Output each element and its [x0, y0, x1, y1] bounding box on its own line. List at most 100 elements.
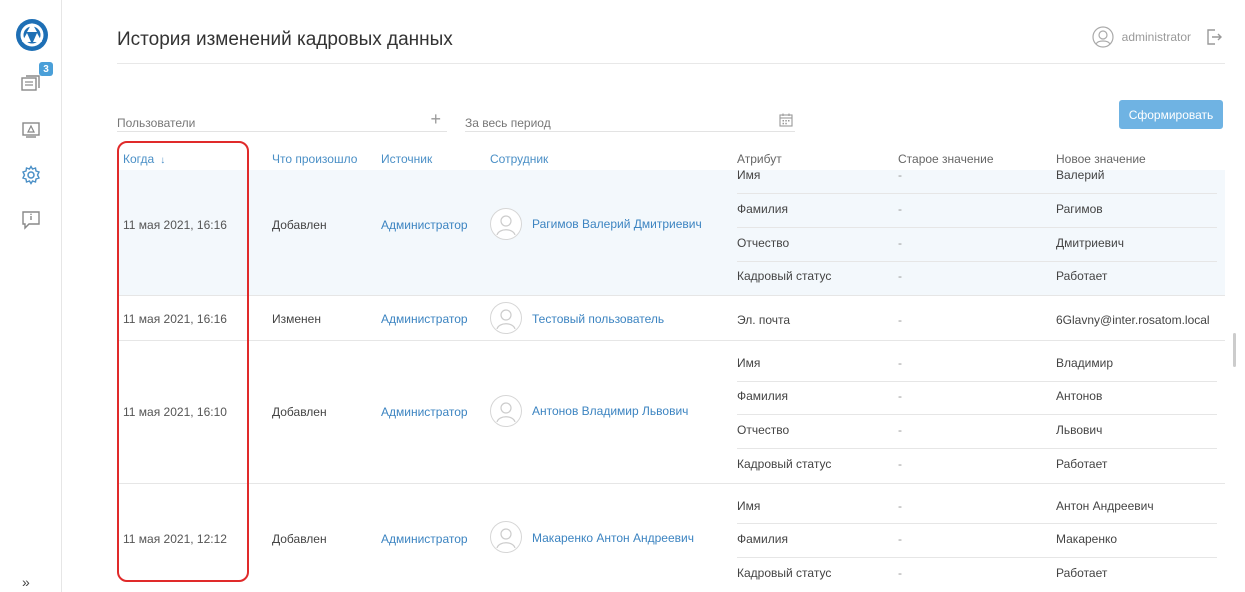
- user-placeholder-icon: [496, 402, 516, 422]
- row-divider: [737, 557, 1217, 558]
- column-header-when-label: Когда: [123, 152, 155, 166]
- logout-icon[interactable]: [1205, 28, 1223, 46]
- change-attribute: Фамилия: [737, 202, 788, 216]
- sidebar-item-feedback[interactable]: [19, 208, 43, 232]
- row-divider: [737, 381, 1217, 382]
- change-attribute: Кадровый статус: [737, 269, 832, 283]
- change-new: Валерий: [1056, 168, 1105, 182]
- row-source-link[interactable]: Администратор: [381, 532, 468, 546]
- change-new: Владимир: [1056, 356, 1114, 370]
- row-divider: [737, 261, 1217, 262]
- row-divider: [117, 483, 1225, 484]
- change-attribute: Фамилия: [737, 532, 788, 546]
- sidebar-item-messages[interactable]: 3: [19, 62, 53, 96]
- user-placeholder-icon: [496, 215, 516, 235]
- column-header-new-value: Новое значение: [1056, 152, 1146, 166]
- change-attribute: Кадровый статус: [737, 566, 832, 580]
- change-attribute: Отчество: [737, 236, 790, 250]
- row-employee-link[interactable]: Рагимов Валерий Дмитриевич: [532, 217, 702, 231]
- change-old: -: [898, 356, 902, 370]
- expand-sidebar-button[interactable]: »: [22, 574, 30, 590]
- change-old: -: [898, 313, 902, 327]
- user-avatar-icon: [1092, 26, 1114, 48]
- column-header-what[interactable]: Что произошло: [272, 152, 357, 166]
- row-what: Добавлен: [272, 218, 327, 232]
- change-new: Работает: [1056, 269, 1108, 283]
- row-when: 11 мая 2021, 16:16: [123, 312, 227, 326]
- generate-button[interactable]: Сформировать: [1119, 100, 1223, 129]
- sidebar: 3 »: [0, 0, 62, 592]
- row-when: 11 мая 2021, 16:10: [123, 405, 227, 419]
- add-user-icon[interactable]: +: [430, 109, 441, 130]
- column-header-when[interactable]: Когда ↓: [123, 152, 165, 166]
- change-old: -: [898, 566, 902, 580]
- rosatom-logo-icon[interactable]: [15, 18, 49, 52]
- sort-arrow-down-icon: ↓: [160, 155, 166, 166]
- change-attribute: Кадровый статус: [737, 457, 832, 471]
- column-header-employee[interactable]: Сотрудник: [490, 152, 548, 166]
- sidebar-item-settings[interactable]: [19, 163, 43, 187]
- change-new: Работает: [1056, 457, 1108, 471]
- sidebar-item-monitor[interactable]: [19, 118, 43, 142]
- monitor-icon: [22, 122, 40, 138]
- change-attribute: Фамилия: [737, 389, 788, 403]
- row-divider: [737, 227, 1217, 228]
- gear-icon: [22, 165, 40, 185]
- row-divider: [737, 448, 1217, 449]
- row-when: 11 мая 2021, 12:12: [123, 532, 227, 546]
- change-old: -: [898, 499, 902, 513]
- row-source-link[interactable]: Администратор: [381, 405, 468, 419]
- avatar: [490, 395, 522, 427]
- change-new: Макаренко: [1056, 532, 1118, 546]
- row-source-link[interactable]: Администратор: [381, 312, 468, 326]
- column-header-source[interactable]: Источник: [381, 152, 432, 166]
- header-divider: [117, 63, 1225, 64]
- row-when: 11 мая 2021, 16:16: [123, 218, 227, 232]
- column-header-attribute: Атрибут: [737, 152, 782, 166]
- change-old: -: [898, 389, 902, 403]
- change-new: 6Glavny@inter.rosatom.local: [1056, 313, 1210, 327]
- user-placeholder-icon: [496, 528, 516, 548]
- user-menu[interactable]: administrator: [1092, 26, 1223, 48]
- change-attribute: Имя: [737, 168, 761, 182]
- row-what: Изменен: [272, 312, 321, 326]
- messages-icon: [21, 75, 40, 91]
- column-header-old-value: Старое значение: [898, 152, 994, 166]
- row-source-link[interactable]: Администратор: [381, 218, 468, 232]
- username: administrator: [1121, 30, 1191, 44]
- change-attribute: Имя: [737, 499, 761, 513]
- scrollbar-thumb[interactable]: [1233, 333, 1236, 367]
- row-divider: [737, 414, 1217, 415]
- row-employee-link[interactable]: Антонов Владимир Львович: [532, 404, 688, 418]
- change-new: Дмитриевич: [1056, 236, 1124, 250]
- calendar-icon[interactable]: [779, 113, 793, 127]
- period-filter[interactable]: За весь период: [465, 108, 795, 132]
- page-title: История изменений кадровых данных: [117, 29, 453, 50]
- row-divider: [737, 523, 1217, 524]
- change-attribute: Отчество: [737, 423, 790, 437]
- users-filter[interactable]: Пользователи +: [117, 108, 447, 132]
- change-old: -: [898, 202, 902, 216]
- change-old: -: [898, 236, 902, 250]
- row-employee-link[interactable]: Макаренко Антон Андреевич: [532, 531, 694, 545]
- change-old: -: [898, 532, 902, 546]
- feedback-icon: [22, 211, 40, 230]
- change-attribute: Имя: [737, 356, 761, 370]
- row-divider: [117, 295, 1225, 296]
- row-employee-link[interactable]: Тестовый пользователь: [532, 312, 664, 326]
- change-new: Антонов: [1056, 389, 1103, 403]
- user-placeholder-icon: [496, 309, 516, 329]
- change-new: Львович: [1056, 423, 1103, 437]
- change-new: Антон Андреевич: [1056, 499, 1154, 513]
- row-what: Добавлен: [272, 532, 327, 546]
- avatar: [490, 302, 522, 334]
- avatar: [490, 208, 522, 240]
- avatar: [490, 521, 522, 553]
- change-new: Работает: [1056, 566, 1108, 580]
- change-old: -: [898, 269, 902, 283]
- change-new: Рагимов: [1056, 202, 1103, 216]
- change-old: -: [898, 423, 902, 437]
- change-old: -: [898, 457, 902, 471]
- notification-badge: 3: [39, 62, 53, 76]
- users-filter-placeholder: Пользователи: [117, 115, 196, 130]
